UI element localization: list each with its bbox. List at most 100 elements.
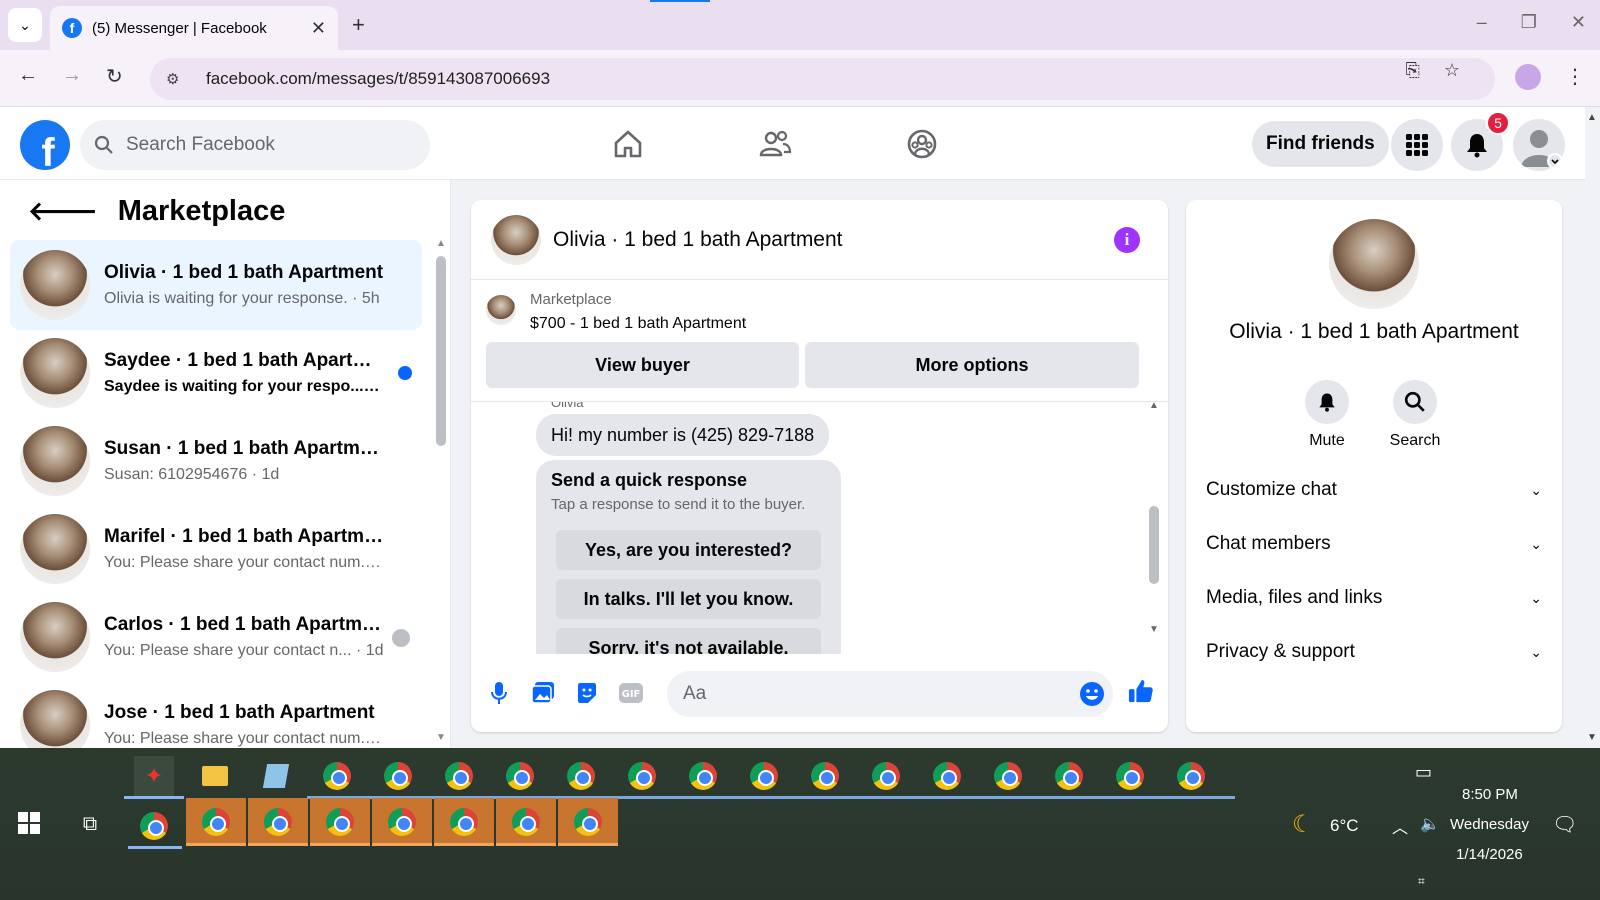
quick-response-option[interactable]: Yes, are you interested? (556, 530, 821, 570)
file-explorer-icon[interactable] (195, 756, 235, 796)
browser-tab-messenger[interactable]: f (5) Messenger | Facebook ✕ (50, 6, 338, 50)
chat-title[interactable]: Olivia · 1 bed 1 bath Apartment (553, 228, 843, 252)
quick-response-option[interactable]: In talks. I'll let you know. (556, 579, 821, 619)
tab-search-dropdown[interactable]: ⌄ (8, 8, 42, 42)
flashing-app-button[interactable] (558, 798, 618, 846)
media-files-links-row[interactable]: Media, files and links ⌄ (1206, 578, 1542, 618)
chat-profile-thumbnail[interactable] (1329, 219, 1419, 309)
messages-scrollbar[interactable] (1149, 506, 1159, 584)
chevron-up-icon[interactable]: ︿ (1392, 814, 1408, 838)
chrome-profile-icon[interactable] (439, 756, 479, 796)
clock-day[interactable]: Wednesday (1450, 816, 1529, 833)
install-app-icon[interactable]: ⎘ (1405, 60, 1419, 81)
conversation-item[interactable]: Olivia · 1 bed 1 bath Apartment Olivia is… (10, 240, 422, 330)
action-center-screen-icon[interactable]: ▭ (1415, 762, 1432, 783)
chrome-profile-icon[interactable] (1110, 756, 1150, 796)
facebook-logo-icon[interactable]: f (20, 120, 70, 170)
emoji-icon[interactable] (1079, 681, 1105, 707)
menu-grid-button[interactable] (1391, 119, 1443, 171)
app-icon[interactable]: ✦ (134, 756, 174, 796)
conversation-item[interactable]: Jose · 1 bed 1 bath Apartment You: Please… (10, 680, 422, 748)
task-view-icon[interactable]: ⧉ (70, 804, 110, 844)
chrome-profile-icon[interactable] (927, 756, 967, 796)
minimize-icon[interactable]: – (1477, 12, 1487, 33)
back-arrow-icon[interactable]: ← (18, 64, 38, 87)
restore-icon[interactable]: ❐ (1521, 12, 1537, 33)
chrome-profile-icon[interactable] (378, 756, 418, 796)
chat-thumbnail[interactable] (491, 214, 541, 265)
flashing-app-button[interactable] (310, 798, 370, 846)
scroll-up-arrow-icon[interactable]: ▲ (1149, 400, 1159, 411)
flashing-app-button[interactable] (186, 798, 246, 846)
conversation-item[interactable]: Carlos · 1 bed 1 bath Apartment You: Plea… (10, 592, 422, 682)
chrome-profile-icon[interactable] (622, 756, 662, 796)
network-icon[interactable]: ⌗ (1418, 874, 1425, 889)
sticker-icon[interactable] (574, 680, 600, 706)
weather-moon-icon[interactable]: ☾ (1292, 810, 1314, 839)
clock-time[interactable]: 8:50 PM (1462, 786, 1518, 803)
weather-temperature[interactable]: 6°C (1330, 816, 1359, 836)
microphone-icon[interactable] (486, 680, 512, 706)
chrome-profile-icon[interactable] (1049, 756, 1089, 796)
chrome-profile-icon[interactable] (1171, 756, 1211, 796)
chat-members-row[interactable]: Chat members ⌄ (1206, 524, 1542, 564)
message-input[interactable] (683, 683, 1053, 705)
incoming-message[interactable]: Hi! my number is (425) 829-7188 (536, 414, 830, 456)
chrome-profile-icon[interactable] (683, 756, 723, 796)
conversation-item[interactable]: Susan · 1 bed 1 bath Apartment Susan: 610… (10, 416, 422, 506)
page-scroll-up-icon[interactable]: ▲ (1587, 112, 1597, 123)
notification-center-icon[interactable]: 🗨 (1552, 812, 1577, 837)
notes-app-icon[interactable] (256, 756, 296, 796)
site-info-icon[interactable]: ⚙ (166, 70, 186, 88)
chrome-icon[interactable] (317, 756, 357, 796)
friends-icon[interactable] (755, 124, 795, 164)
groups-icon[interactable] (902, 124, 942, 164)
address-bar[interactable]: ⚙ facebook.com/messages/t/85914308700669… (150, 58, 1495, 100)
chrome-profile-icon[interactable] (866, 756, 906, 796)
conversation-item[interactable]: Marifel · 1 bed 1 bath Apartment You: Ple… (10, 504, 422, 594)
search-input[interactable] (126, 134, 406, 156)
conversation-item[interactable]: Saydee · 1 bed 1 bath Apartment Saydee is… (10, 328, 422, 418)
forward-arrow-icon[interactable]: → (62, 64, 82, 87)
chrome-profile-icon[interactable] (988, 756, 1028, 796)
info-icon[interactable]: i (1114, 227, 1140, 253)
scroll-down-arrow-icon[interactable]: ▼ (436, 732, 446, 743)
quick-response-option[interactable]: Sorry, it's not available. (556, 628, 821, 654)
mute-action[interactable]: Mute (1292, 380, 1362, 450)
view-buyer-button[interactable]: View buyer (486, 342, 799, 388)
flashing-app-button[interactable] (434, 798, 494, 846)
scroll-up-arrow-icon[interactable]: ▲ (436, 238, 446, 249)
flashing-app-button[interactable] (372, 798, 432, 846)
clock-date[interactable]: 1/14/2026 (1456, 846, 1523, 863)
photo-attach-icon[interactable] (530, 680, 556, 706)
back-arrow-icon[interactable]: 🡐 (28, 196, 98, 227)
page-scroll-down-icon[interactable]: ▼ (1587, 732, 1597, 743)
chrome-profile-icon[interactable] (134, 806, 174, 846)
flashing-app-button[interactable] (496, 798, 556, 846)
customize-chat-row[interactable]: Customize chat ⌄ (1206, 470, 1542, 510)
privacy-support-row[interactable]: Privacy & support ⌄ (1206, 632, 1542, 672)
scroll-down-arrow-icon[interactable]: ▼ (1149, 624, 1159, 635)
conversations-scrollbar[interactable] (436, 256, 446, 446)
windows-start-icon[interactable] (18, 812, 40, 834)
search-in-chat-action[interactable]: Search (1380, 380, 1450, 450)
find-friends-button[interactable]: Find friends (1252, 121, 1389, 167)
account-avatar[interactable] (1513, 119, 1565, 171)
volume-icon[interactable]: 🔈 (1420, 814, 1440, 834)
thumbs-up-icon[interactable] (1128, 678, 1154, 704)
chrome-profile-icon[interactable] (500, 756, 540, 796)
tab-close-icon[interactable]: ✕ (311, 18, 326, 39)
more-options-button[interactable]: More options (805, 342, 1139, 388)
close-window-icon[interactable]: ✕ (1571, 12, 1586, 33)
listing-price[interactable]: $700 - 1 bed 1 bath Apartment (530, 315, 746, 333)
gif-icon[interactable]: GIF (618, 680, 644, 706)
browser-profile-avatar[interactable] (1515, 64, 1541, 90)
facebook-search[interactable] (80, 120, 430, 170)
reload-icon[interactable]: ↻ (106, 64, 123, 89)
new-tab-button[interactable]: + (352, 12, 365, 38)
home-icon[interactable] (608, 124, 648, 164)
chrome-profile-icon[interactable] (561, 756, 601, 796)
browser-menu-icon[interactable]: ⋮ (1565, 64, 1585, 89)
chrome-profile-icon[interactable] (744, 756, 784, 796)
chrome-profile-icon[interactable] (805, 756, 845, 796)
